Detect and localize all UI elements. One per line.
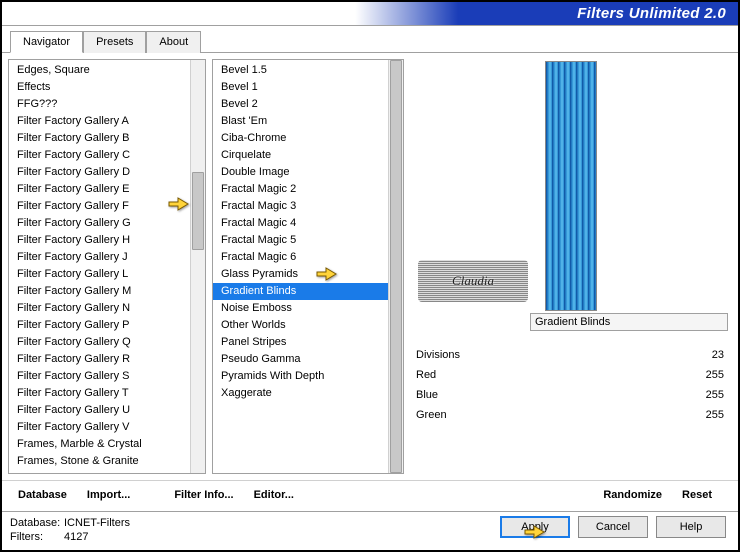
toolbar: Database Import... Filter Info... Editor… [2,480,738,511]
list-item[interactable]: Panel Stripes [213,334,388,351]
list-item[interactable]: Fractal Magic 4 [213,215,388,232]
help-button[interactable]: Help [656,516,726,538]
import-button[interactable]: Import... [83,487,134,503]
list-item[interactable]: Filter Factory Gallery A [9,113,190,130]
param-name: Divisions [416,347,460,363]
filter-name-row [410,309,732,335]
param-name: Green [416,407,447,423]
param-name: Blue [416,387,438,403]
list-item[interactable]: Other Worlds [213,317,388,334]
filter-info-button[interactable]: Filter Info... [170,487,237,503]
list-item[interactable]: Effects [9,79,190,96]
list-item[interactable]: Filter Factory Gallery U [9,402,190,419]
list-item[interactable]: Edges, Square [9,62,190,79]
filter-scrollbar[interactable] [388,60,403,473]
status-info: Database:ICNET-Filters Filters:4127 [10,516,130,544]
list-item[interactable]: Ciba-Chrome [213,130,388,147]
titlebar: Filters Unlimited 2.0 [2,2,738,26]
params-panel: Divisions 23 Red 255 Blue 255 Green 255 [410,335,732,425]
param-row[interactable]: Divisions 23 [414,345,726,365]
param-row[interactable]: Blue 255 [414,385,726,405]
list-item[interactable]: Cirquelate [213,147,388,164]
main-panel: Edges, SquareEffectsFFG???Filter Factory… [2,53,738,480]
list-item[interactable]: Filter Factory Gallery S [9,368,190,385]
list-item[interactable]: Filter Factory Gallery L [9,266,190,283]
param-value: 255 [706,387,724,403]
list-item[interactable]: Filter Factory Gallery C [9,147,190,164]
list-item[interactable]: Filter Factory Gallery M [9,283,190,300]
list-item[interactable]: Blast 'Em [213,113,388,130]
list-item[interactable]: Filter Factory Gallery T [9,385,190,402]
list-item[interactable]: Frames, Textured [9,470,190,473]
watermark: Claudia [418,260,528,302]
list-item[interactable]: Filter Factory Gallery F [9,198,190,215]
list-item[interactable]: Noise Emboss [213,300,388,317]
param-value: 23 [712,347,724,363]
list-item[interactable]: Bevel 2 [213,96,388,113]
list-item[interactable]: Filter Factory Gallery D [9,164,190,181]
cancel-button[interactable]: Cancel [578,516,648,538]
list-item[interactable]: Fractal Magic 5 [213,232,388,249]
app-title: Filters Unlimited 2.0 [577,5,726,22]
filter-column: Bevel 1.5Bevel 1Bevel 2Blast 'EmCiba-Chr… [212,59,404,474]
category-scrollbar[interactable] [190,60,205,473]
list-item[interactable]: Filter Factory Gallery J [9,249,190,266]
list-item[interactable]: Pseudo Gamma [213,351,388,368]
list-item[interactable]: Filter Factory Gallery H [9,232,190,249]
param-value: 255 [706,407,724,423]
scrollbar-thumb[interactable] [192,172,204,250]
param-value: 255 [706,367,724,383]
status-db-label: Database: [10,516,64,530]
list-item[interactable]: Bevel 1.5 [213,62,388,79]
list-item[interactable]: Filter Factory Gallery P [9,317,190,334]
list-item[interactable]: Filter Factory Gallery Q [9,334,190,351]
status-db-value: ICNET-Filters [64,517,130,529]
status-filters-value: 4127 [64,531,88,543]
list-item[interactable]: Filter Factory Gallery E [9,181,190,198]
status-bar: Database:ICNET-Filters Filters:4127 Appl… [2,511,738,550]
filter-name-input[interactable] [530,313,728,331]
list-item[interactable]: Filter Factory Gallery N [9,300,190,317]
preview-image [545,61,597,311]
list-item[interactable]: Pyramids With Depth [213,368,388,385]
list-item[interactable]: Fractal Magic 6 [213,249,388,266]
database-button[interactable]: Database [14,487,71,503]
tab-presets[interactable]: Presets [83,31,146,53]
editor-button[interactable]: Editor... [250,487,298,503]
tab-bar: Navigator Presets About [2,26,738,53]
category-column: Edges, SquareEffectsFFG???Filter Factory… [8,59,206,474]
list-item[interactable]: Filter Factory Gallery R [9,351,190,368]
status-filters-label: Filters: [10,530,64,544]
param-row[interactable]: Green 255 [414,405,726,425]
list-item[interactable]: Bevel 1 [213,79,388,96]
param-row[interactable]: Red 255 [414,365,726,385]
list-item[interactable]: Filter Factory Gallery B [9,130,190,147]
apply-button[interactable]: Apply [500,516,570,538]
list-item[interactable]: Fractal Magic 3 [213,198,388,215]
list-item[interactable]: Fractal Magic 2 [213,181,388,198]
list-item[interactable]: Frames, Marble & Crystal [9,436,190,453]
scrollbar-thumb[interactable] [390,60,402,473]
list-item[interactable]: Frames, Stone & Granite [9,453,190,470]
list-item[interactable]: Filter Factory Gallery G [9,215,190,232]
category-list[interactable]: Edges, SquareEffectsFFG???Filter Factory… [8,59,206,474]
list-item[interactable]: Gradient Blinds [213,283,388,300]
list-item[interactable]: Glass Pyramids [213,266,388,283]
app-window: Filters Unlimited 2.0 Navigator Presets … [0,0,740,552]
param-name: Red [416,367,436,383]
list-item[interactable]: FFG??? [9,96,190,113]
tab-about[interactable]: About [146,31,201,53]
list-item[interactable]: Double Image [213,164,388,181]
dialog-buttons: Apply Cancel Help [500,516,730,538]
list-item[interactable]: Xaggerate [213,385,388,402]
reset-button[interactable]: Reset [678,487,716,503]
filter-list[interactable]: Bevel 1.5Bevel 1Bevel 2Blast 'EmCiba-Chr… [212,59,404,474]
tab-navigator[interactable]: Navigator [10,31,83,53]
randomize-button[interactable]: Randomize [599,487,666,503]
list-item[interactable]: Filter Factory Gallery V [9,419,190,436]
